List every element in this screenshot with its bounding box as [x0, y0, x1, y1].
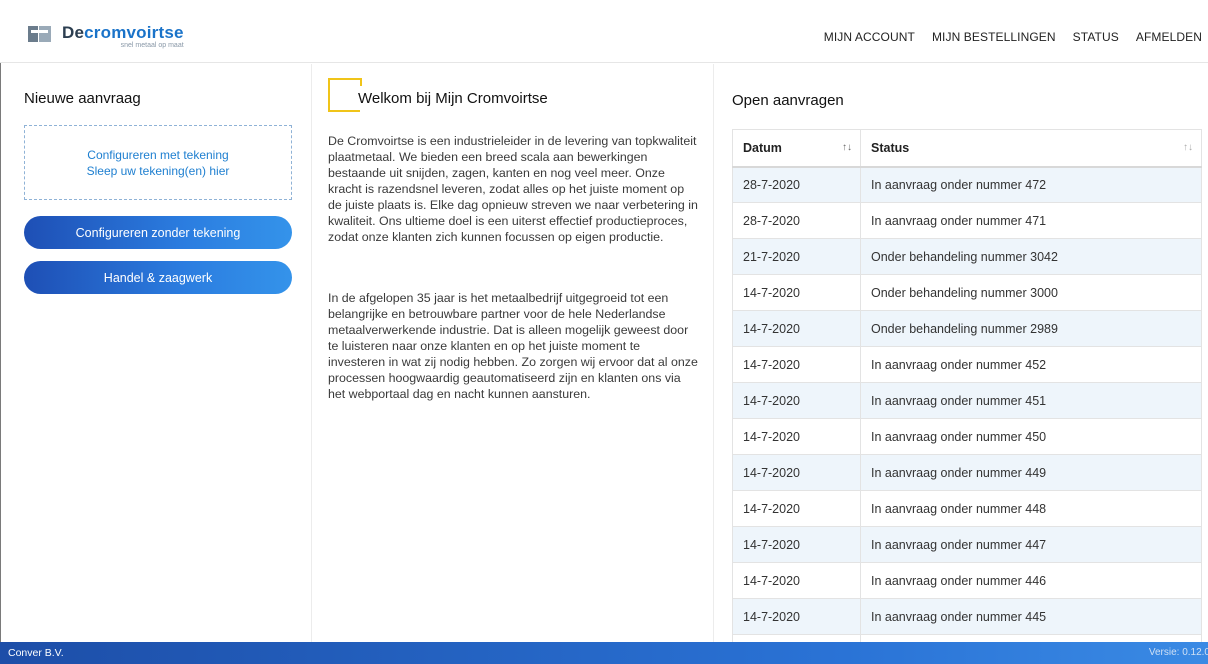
- logo[interactable]: Decromvoirtse snel metaal op maat: [28, 24, 184, 50]
- cell-status: In aanvraag onder nummer 448: [860, 490, 1202, 527]
- cell-status: In aanvraag onder nummer 447: [860, 526, 1202, 563]
- footer: Conver B.V. Versie: 0.12.0: [0, 642, 1208, 664]
- cell-date: 28-7-2020: [732, 166, 861, 203]
- table-row[interactable]: 14-7-2020 In aanvraag onder nummer 447: [732, 526, 1202, 563]
- cell-status: Onder behandeling nummer 3000: [860, 274, 1202, 311]
- welcome-paragraph-2: In de afgelopen 35 jaar is het metaalbed…: [328, 291, 698, 401]
- nav-my-orders[interactable]: MIJN BESTELLINGEN: [932, 30, 1056, 44]
- cell-date: 21-7-2020: [732, 238, 861, 275]
- table-row[interactable]: 28-7-2020 In aanvraag onder nummer 471: [732, 202, 1202, 239]
- logo-icon: [28, 24, 52, 44]
- dropzone-line1: Configureren met tekening: [87, 147, 229, 162]
- nav-status[interactable]: STATUS: [1073, 30, 1119, 44]
- table-row[interactable]: 14-7-2020 In aanvraag onder nummer 451: [732, 382, 1202, 419]
- cell-date: 14-7-2020: [732, 598, 861, 635]
- cell-status: In aanvraag onder nummer 450: [860, 418, 1202, 455]
- nav-logout[interactable]: AFMELDEN: [1136, 30, 1202, 44]
- cell-status: [860, 634, 1202, 642]
- cell-date: 14-7-2020: [732, 562, 861, 599]
- trade-sawing-button[interactable]: Handel & zaagwerk: [24, 261, 292, 294]
- cell-date: 14-7-2020: [732, 310, 861, 347]
- open-requests-panel: Open aanvragen Datum ↑↓ Status ↑↓ 28-7-2…: [714, 64, 1208, 642]
- cell-date: 14-7-2020: [732, 490, 861, 527]
- table-row[interactable]: 14-7-2020 In aanvraag onder nummer 452: [732, 346, 1202, 383]
- table-row[interactable]: 14-7-2020 Onder behandeling nummer 3000: [732, 274, 1202, 311]
- cell-status: In aanvraag onder nummer 472: [860, 166, 1202, 203]
- new-request-title: Nieuwe aanvraag: [24, 90, 141, 107]
- cell-date: 28-7-2020: [732, 202, 861, 239]
- bracket-accent-icon: [328, 78, 362, 112]
- table-row[interactable]: 14-7-2020 In aanvraag onder nummer 446: [732, 562, 1202, 599]
- welcome-title: Welkom bij Mijn Cromvoirtse: [358, 90, 548, 107]
- table-row[interactable]: 14-7-2020 In aanvraag onder nummer 448: [732, 490, 1202, 527]
- open-requests-title: Open aanvragen: [732, 92, 844, 109]
- table-row[interactable]: 14-7-2020 In aanvraag onder nummer 445: [732, 598, 1202, 635]
- cell-status: In aanvraag onder nummer 449: [860, 454, 1202, 491]
- cell-status: In aanvraag onder nummer 452: [860, 346, 1202, 383]
- cell-status: In aanvraag onder nummer 445: [860, 598, 1202, 635]
- sort-icon: ↑↓: [1183, 142, 1193, 153]
- table-row[interactable]: 14-7-2020 In aanvraag onder nummer 449: [732, 454, 1202, 491]
- cell-date: 14-7-2020: [732, 274, 861, 311]
- cell-status: In aanvraag onder nummer 446: [860, 562, 1202, 599]
- cell-date: 14-7-2020: [732, 526, 861, 563]
- welcome-paragraph-1: De Cromvoirtse is een industrieleider in…: [328, 134, 698, 244]
- column-header-date[interactable]: Datum ↑↓: [732, 129, 861, 168]
- main-nav: MIJN ACCOUNT MIJN BESTELLINGEN STATUS AF…: [807, 30, 1202, 44]
- table-row[interactable]: [732, 634, 1202, 642]
- nav-my-account[interactable]: MIJN ACCOUNT: [824, 30, 915, 44]
- sort-icon: ↑↓: [842, 142, 852, 153]
- cell-status: In aanvraag onder nummer 471: [860, 202, 1202, 239]
- cell-status: In aanvraag onder nummer 451: [860, 382, 1202, 419]
- table-row[interactable]: 21-7-2020 Onder behandeling nummer 3042: [732, 238, 1202, 275]
- cell-date: 14-7-2020: [732, 346, 861, 383]
- cell-date: [732, 634, 861, 642]
- welcome-panel: Welkom bij Mijn Cromvoirtse De Cromvoirt…: [312, 64, 714, 642]
- logo-brand: cromvoirtse: [84, 23, 184, 42]
- table-body: 28-7-2020 In aanvraag onder nummer 472 28-…: [732, 166, 1202, 642]
- table-row[interactable]: 14-7-2020 Onder behandeling nummer 2989: [732, 310, 1202, 347]
- dropzone-line2: Sleep uw tekening(en) hier: [86, 163, 230, 178]
- cell-status: Onder behandeling nummer 2989: [860, 310, 1202, 347]
- cell-date: 14-7-2020: [732, 382, 861, 419]
- footer-version: Versie: 0.12.0: [1148, 647, 1208, 658]
- drawing-dropzone[interactable]: Configureren met tekening Sleep uw teken…: [24, 125, 292, 200]
- open-requests-table: Datum ↑↓ Status ↑↓ 28-7-2020 In aanvraag …: [732, 129, 1202, 642]
- configure-without-drawing-button[interactable]: Configureren zonder tekening: [24, 216, 292, 249]
- logo-prefix: De: [62, 23, 85, 42]
- top-header: Decromvoirtse snel metaal op maat MIJN A…: [0, 0, 1208, 63]
- cell-status: Onder behandeling nummer 3042: [860, 238, 1202, 275]
- cell-date: 14-7-2020: [732, 454, 861, 491]
- column-header-status[interactable]: Status ↑↓: [860, 129, 1202, 168]
- footer-company: Conver B.V.: [8, 647, 64, 659]
- new-request-panel: Nieuwe aanvraag Configureren met tekenin…: [0, 64, 312, 642]
- logo-tagline: snel metaal op maat: [120, 42, 184, 49]
- table-row[interactable]: 14-7-2020 In aanvraag onder nummer 450: [732, 418, 1202, 455]
- cell-date: 14-7-2020: [732, 418, 861, 455]
- table-row[interactable]: 28-7-2020 In aanvraag onder nummer 472: [732, 166, 1202, 203]
